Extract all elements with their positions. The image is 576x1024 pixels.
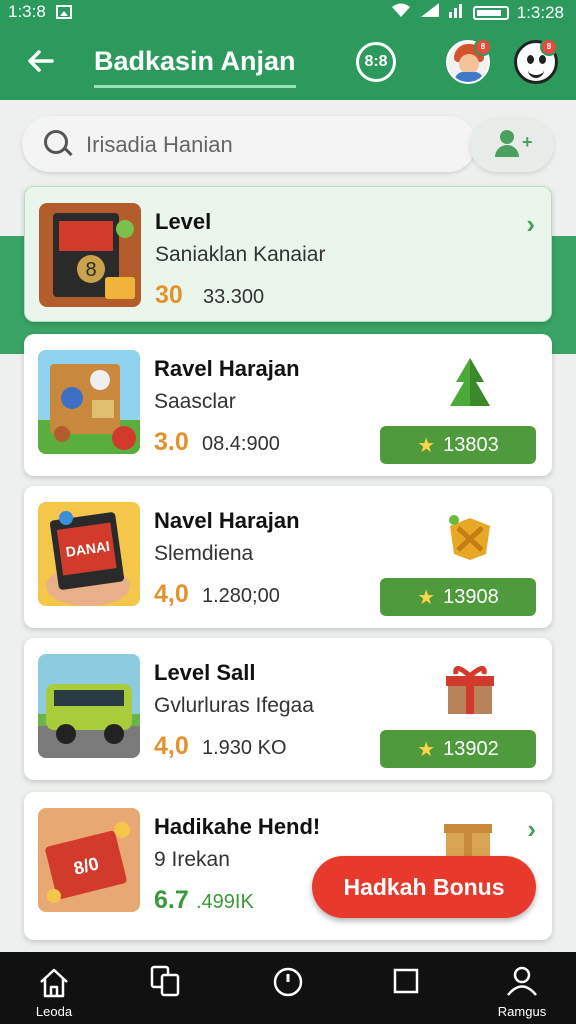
card-rating: 3.0 <box>154 428 189 456</box>
card-rating: 30 <box>155 281 183 309</box>
nav-profile[interactable]: Ramgus <box>482 960 562 1020</box>
card-subtitle: Gvlurluras Ifegaa <box>154 694 314 717</box>
square-icon <box>393 968 419 994</box>
card-title: Navel Harajan <box>154 508 300 533</box>
chevron-right-icon[interactable]: › <box>526 209 535 240</box>
points-value: 13902 <box>443 737 499 760</box>
nav-profile-label: Ramgus <box>497 1004 547 1019</box>
card-title: Level <box>155 209 212 234</box>
search-input[interactable] <box>84 126 458 164</box>
battery-icon <box>472 5 509 20</box>
card-subtitle: Saasclar <box>154 390 236 413</box>
card-title: Level Sall <box>154 660 256 685</box>
list-item[interactable]: Ravel Harajan Saasclar 3.0 08.4:900 ★ 13… <box>24 334 552 476</box>
home-icon <box>40 968 68 998</box>
arrow-left-icon <box>28 50 54 72</box>
cards-icon <box>150 965 180 997</box>
back-button[interactable] <box>26 46 58 78</box>
status-time-left: 1:3:8 <box>8 2 46 21</box>
game-thumbnail <box>38 654 140 758</box>
scan-icon: 8:8 <box>364 53 388 70</box>
nav-home-label: Leoda <box>35 1004 73 1019</box>
list-item[interactable]: DANAI Navel Harajan Slemdiena 4,0 1.280;… <box>24 486 552 628</box>
nav-cards[interactable] <box>126 960 206 1020</box>
scan-button[interactable]: 8:8 <box>356 42 396 82</box>
nav-home[interactable]: Leoda <box>14 960 94 1020</box>
star-icon: ★ <box>417 738 436 761</box>
status-time-right: 1:3:28 <box>516 2 564 22</box>
app-bar: Badkasin Anjan 8:8 8 8 <box>0 24 576 100</box>
signal-icon <box>419 2 441 23</box>
gift-box-icon <box>440 658 500 718</box>
card-subtitle: Slemdiena <box>154 542 254 565</box>
add-friend-button[interactable]: + <box>470 118 554 172</box>
search-icon <box>44 130 68 154</box>
wifi-icon <box>391 2 411 23</box>
star-icon: ★ <box>417 586 436 609</box>
gallery-notification-icon <box>55 5 72 19</box>
points-button[interactable]: ★ 13803 <box>380 426 536 464</box>
status-bar: 1:3:8 1:3:28 <box>0 0 576 24</box>
card-title: Hadikahe Hend! <box>154 814 321 839</box>
card-count: 1.930 KO <box>202 737 287 759</box>
list-item[interactable]: Level Sall Gvlurluras Ifegaa 4,0 1.930 K… <box>24 638 552 780</box>
points-button[interactable]: ★ 13908 <box>380 578 536 616</box>
card-subtitle: Saniaklan Kanaiar <box>155 243 326 266</box>
points-value: 13908 <box>443 585 499 608</box>
tree-reward-icon <box>440 354 500 414</box>
points-button[interactable]: ★ 13902 <box>380 730 536 768</box>
card-count: 1.280;00 <box>202 585 280 607</box>
game-thumbnail <box>38 350 140 454</box>
game-thumbnail: 8/0 <box>38 808 140 912</box>
mascot-notification-badge: 8 <box>540 38 558 56</box>
thumb-label: 8 <box>85 259 96 281</box>
card-rating: 6.7 <box>154 886 189 914</box>
card-rating: 4,0 <box>154 732 189 760</box>
card-count: 08.4:900 <box>202 433 280 455</box>
card-count: 33.300 <box>203 286 265 308</box>
nav-timer[interactable] <box>248 960 328 1020</box>
star-icon: ★ <box>417 434 436 457</box>
card-count: .499IK <box>196 891 254 913</box>
game-thumbnail: 8 <box>39 203 141 307</box>
card-rating: 4,0 <box>154 580 189 608</box>
bottom-navigation: Leoda Ramgus <box>0 952 576 1024</box>
search-bar[interactable] <box>22 116 476 172</box>
person-add-icon <box>500 130 514 144</box>
bonus-button[interactable]: Hadkah Bonus <box>312 856 536 918</box>
timer-icon <box>273 967 303 997</box>
card-title: Ravel Harajan <box>154 356 300 381</box>
avatar-notification-badge: 8 <box>474 38 492 56</box>
puzzle-reward-icon <box>440 506 500 566</box>
profile-icon <box>507 966 537 996</box>
gift-box-icon <box>440 814 496 858</box>
list-item[interactable]: 8 Level Saniaklan Kanaiar 30 33.300 › <box>24 186 552 322</box>
chevron-right-icon[interactable]: › <box>527 814 536 845</box>
cellular-bars-icon <box>448 2 465 23</box>
nav-overview[interactable] <box>366 960 446 1020</box>
points-value: 13803 <box>443 433 499 456</box>
card-subtitle: 9 Irekan <box>154 848 230 871</box>
page-title: Badkasin Anjan <box>94 46 296 88</box>
game-thumbnail: DANAI <box>38 502 140 606</box>
